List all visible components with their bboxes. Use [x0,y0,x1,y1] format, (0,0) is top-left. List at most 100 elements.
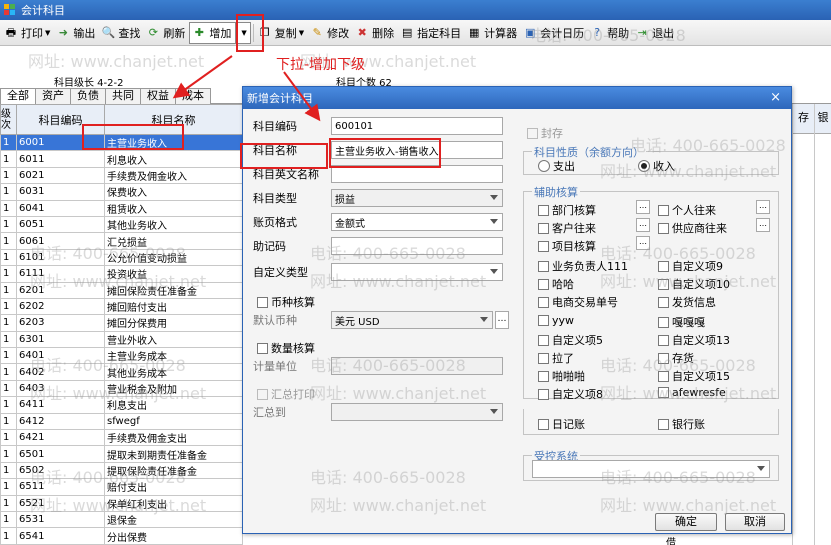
cell-code[interactable]: 6111 [16,265,105,283]
table-row[interactable]: 1 6511 赔付支出 [0,478,243,496]
currency-browse-button[interactable]: … [495,311,509,329]
aux-checkbox[interactable]: 部门核算 [538,202,596,218]
aux-checkbox[interactable]: 个人往来 [658,202,716,218]
cell-code[interactable]: 6301 [16,330,105,349]
cell-name[interactable]: 租赁收入 [104,199,243,217]
currency-checkbox[interactable]: 币种核算 [257,294,315,310]
quantity-checkbox[interactable]: 数量核算 [257,340,315,356]
delete-button[interactable]: ✖ 删除 [353,22,398,44]
aux-checkbox[interactable]: 业务负责人111 [538,258,628,274]
aux-browse-button[interactable]: … [756,218,770,232]
assign-account-button[interactable]: ▤ 指定科目 [398,22,465,44]
refresh-button[interactable]: ⟳ 刷新 [144,22,189,44]
table-row[interactable]: 1 6403 营业税金及附加 [0,379,243,398]
find-button[interactable]: 🔍 查找 [99,22,144,44]
cell-code[interactable]: 6203 [16,314,105,332]
cell-level[interactable]: 1 [0,297,17,316]
aux-checkbox[interactable]: yyw [538,314,574,327]
mnemonic-input[interactable] [331,237,503,255]
aux-checkbox[interactable]: 拉了 [538,350,574,366]
cell-code[interactable]: 6011 [16,150,105,168]
table-row[interactable]: 1 6111 投资收益 [0,265,243,283]
code-input[interactable]: 600101 [331,117,503,135]
summary-print-checkbox[interactable]: 汇总打印 [257,386,315,402]
cell-code[interactable]: 6511 [16,478,105,496]
close-icon[interactable]: × [770,91,781,104]
journal-checkbox[interactable]: 日记账 [538,416,585,432]
cell-code[interactable]: 6041 [16,199,105,217]
exit-button[interactable]: ⇥ 退出 [633,22,678,44]
tab-assets[interactable]: 资产 [35,88,71,104]
cell-level[interactable]: 1 [0,363,17,381]
aux-checkbox[interactable]: 自定义项15 [658,368,730,384]
cell-name[interactable]: 保费收入 [104,183,243,201]
table-row[interactable]: 1 6421 手续费及佣金支出 [0,429,243,447]
cell-level[interactable]: 1 [0,248,17,267]
table-row[interactable]: 1 6031 保费收入 [0,183,243,201]
tab-cost[interactable]: 成本 [175,88,211,104]
cell-level[interactable]: 1 [0,527,17,545]
format-select[interactable]: 金额式 [331,213,503,231]
table-row[interactable]: 1 6521 保单红利支出 [0,494,243,512]
cell-code[interactable]: 6421 [16,429,105,447]
table-row[interactable]: 1 6061 汇兑损益 [0,232,243,250]
cell-name[interactable]: 分出保费 [104,527,243,545]
aux-checkbox[interactable]: 发货信息 [658,294,716,310]
cell-code[interactable]: 6101 [16,248,105,267]
cell-code[interactable]: 6021 [16,166,105,185]
cell-level[interactable]: 1 [0,330,17,349]
controlled-system-select[interactable] [532,460,770,478]
tab-common[interactable]: 共同 [105,88,141,104]
cell-name[interactable]: 手续费及佣金支出 [104,429,243,447]
aux-checkbox[interactable]: 啪啪啪 [538,368,585,384]
tab-equity[interactable]: 权益 [140,88,176,104]
cell-name[interactable]: 投资收益 [104,265,243,283]
cell-code[interactable]: 6031 [16,183,105,201]
cell-code[interactable]: 6541 [16,527,105,545]
table-row[interactable]: 1 6541 分出保费 [0,527,243,545]
cell-name[interactable]: 赔付支出 [104,478,243,496]
table-row[interactable]: 1 6011 利息收入 [0,150,243,168]
expense-radio[interactable]: 支出 [538,158,575,174]
cell-name[interactable]: 汇兑损益 [104,232,243,250]
cell-level[interactable]: 1 [0,510,17,529]
tab-all[interactable]: 全部 [0,88,36,104]
cell-level[interactable]: 1 [0,396,17,414]
cell-level[interactable]: 1 [0,347,17,365]
table-row[interactable]: 1 6401 主营业务成本 [0,347,243,365]
cell-level[interactable]: 1 [0,412,17,431]
cell-name[interactable]: 其他业务成本 [104,363,243,381]
aux-checkbox[interactable]: 自定义项5 [538,332,603,348]
cell-level[interactable]: 1 [0,232,17,250]
cell-name[interactable]: 摊回保险责任准备金 [104,281,243,299]
cell-code[interactable]: 6502 [16,461,105,480]
header-level[interactable]: 级次 [0,104,17,135]
table-row[interactable]: 1 6402 其他业务成本 [0,363,243,381]
print-button[interactable]: 🖶 打印 ▼ [2,22,54,44]
aux-checkbox[interactable]: 客户往来 [538,220,596,236]
aux-checkbox[interactable]: 哈哈 [538,276,574,292]
table-row[interactable]: 1 6301 营业外收入 [0,330,243,349]
cell-code[interactable]: 6061 [16,232,105,250]
cell-code[interactable]: 6051 [16,215,105,234]
cell-name[interactable]: 摊回赔付支出 [104,297,243,316]
cell-level[interactable]: 1 [0,445,17,463]
cell-code[interactable]: 6411 [16,396,105,414]
cell-level[interactable]: 1 [0,494,17,512]
default-currency-select[interactable]: 美元 USD [331,311,493,329]
cell-code[interactable]: 6403 [16,379,105,398]
cell-code[interactable]: 6412 [16,412,105,431]
cell-name[interactable]: 利息收入 [104,150,243,168]
cell-name[interactable]: 手续费及佣金收入 [104,166,243,185]
cell-name[interactable]: 摊回分保费用 [104,314,243,332]
add-button[interactable]: ✚ 增加 [189,21,237,44]
cell-name[interactable]: 主营业务成本 [104,347,243,365]
output-button[interactable]: ➜ 输出 [54,22,99,44]
table-row[interactable]: 1 6203 摊回分保费用 [0,314,243,332]
cell-code[interactable]: 6202 [16,297,105,316]
cell-name[interactable]: 保单红利支出 [104,494,243,512]
aux-browse-button[interactable]: … [636,200,650,214]
aux-checkbox[interactable]: 自定义项10 [658,276,730,292]
cell-level[interactable]: 1 [0,461,17,480]
aux-browse-button[interactable]: … [756,200,770,214]
